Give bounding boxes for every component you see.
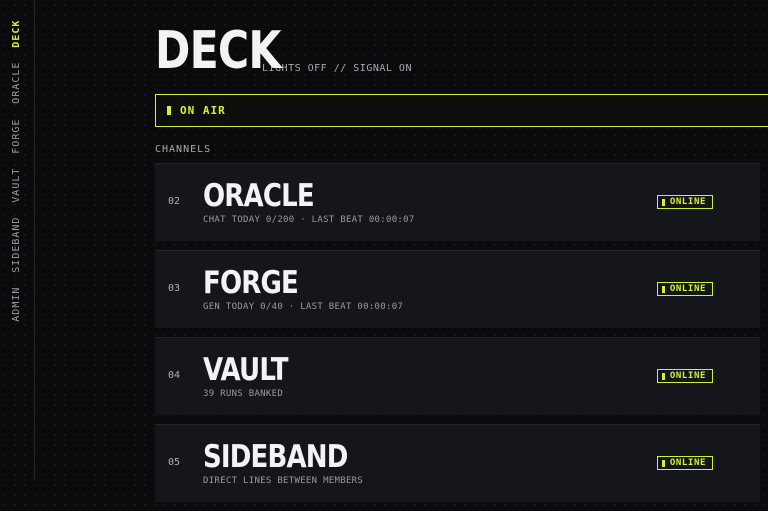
channel-name: ORACLE xyxy=(203,178,315,214)
status-dot-icon xyxy=(661,198,665,206)
status-badge: ONLINE xyxy=(656,456,713,470)
sidebar-item-vault[interactable]: VAULT xyxy=(10,167,24,202)
channel-card-sideband[interactable]: 05 SIDEBAND DIRECT LINES BETWEEN MEMBERS… xyxy=(155,424,760,502)
status-badge-label: ONLINE xyxy=(669,284,706,294)
status-badge: ONLINE xyxy=(656,369,713,383)
sidebar-item-oracle[interactable]: ORACLE xyxy=(10,62,24,104)
channel-card-oracle[interactable]: 02 ORACLE CHAT TODAY 0/200 · LAST BEAT 0… xyxy=(155,163,760,241)
channel-card-vault[interactable]: 04 VAULT 39 RUNS BANKED ONLINE xyxy=(155,337,760,415)
status-badge-label: ONLINE xyxy=(669,197,706,207)
sidebar-item-admin[interactable]: ADMIN xyxy=(10,287,24,322)
sidebar-item-sideband[interactable]: SIDEBAND xyxy=(10,216,24,272)
channel-name: SIDEBAND xyxy=(203,439,348,475)
channel-name: FORGE xyxy=(203,265,299,301)
channel-meta: CHAT TODAY 0/200 · LAST BEAT 00:00:07 xyxy=(203,215,415,225)
channel-number: 02 xyxy=(168,196,181,207)
status-badge-label: ONLINE xyxy=(669,458,706,468)
channel-number: 05 xyxy=(168,457,181,468)
sidebar-item-forge[interactable]: FORGE xyxy=(10,118,24,153)
sidebar-nav: DECK ORACLE FORGE VAULT SIDEBAND ADMIN xyxy=(10,20,24,322)
page-title: DECK xyxy=(155,21,281,81)
status-dot-icon xyxy=(661,372,665,380)
signal-indicator-icon xyxy=(167,106,171,115)
status-dot-icon xyxy=(661,459,665,467)
channel-number: 04 xyxy=(168,370,181,381)
on-air-status-bar: ON AIR xyxy=(155,94,768,127)
status-badge: ONLINE xyxy=(656,282,713,296)
channel-list: 02 ORACLE CHAT TODAY 0/200 · LAST BEAT 0… xyxy=(155,163,760,511)
page-subtitle: LIGHTS OFF // SIGNAL ON xyxy=(262,63,412,74)
channel-meta: DIRECT LINES BETWEEN MEMBERS xyxy=(203,476,364,486)
channel-card-forge[interactable]: 03 FORGE GEN TODAY 0/40 · LAST BEAT 00:0… xyxy=(155,250,760,328)
channel-meta: GEN TODAY 0/40 · LAST BEAT 00:00:07 xyxy=(203,302,404,312)
sidebar-item-deck[interactable]: DECK xyxy=(10,20,24,48)
status-dot-icon xyxy=(661,285,665,293)
channel-number: 03 xyxy=(168,283,181,294)
channel-meta: 39 RUNS BANKED xyxy=(203,389,284,399)
channels-section-label: CHANNELS xyxy=(155,144,212,155)
channel-name: VAULT xyxy=(203,352,289,388)
page-header: DECK LIGHTS OFF // SIGNAL ON xyxy=(155,24,412,78)
on-air-label: ON AIR xyxy=(180,104,226,117)
status-badge-label: ONLINE xyxy=(669,371,706,381)
status-badge: ONLINE xyxy=(656,195,713,209)
sidebar: DECK ORACLE FORGE VAULT SIDEBAND ADMIN xyxy=(0,0,35,480)
